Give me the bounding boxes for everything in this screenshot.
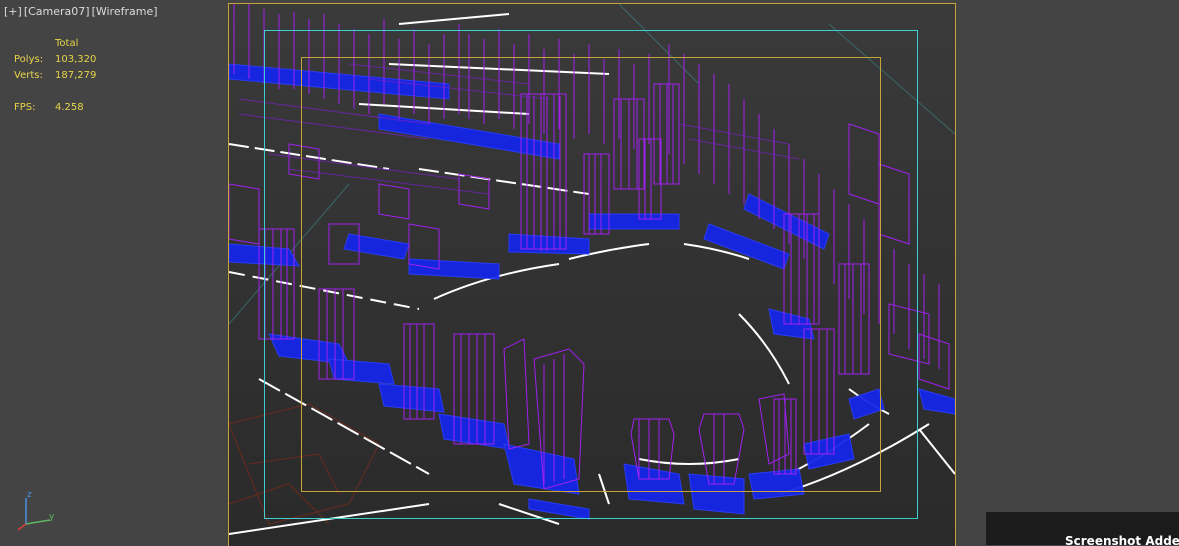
fps-label: FPS: (14, 102, 36, 113)
axis-y-label: y (49, 512, 55, 522)
viewport-camera-button[interactable]: [Camera07] (24, 5, 90, 18)
polys-value: 103,320 (55, 54, 97, 65)
axis-z-label: z (27, 490, 32, 500)
verts-label: Verts: (14, 70, 43, 81)
viewport-menu-button[interactable]: [+] (4, 5, 22, 18)
notification-text: Screenshot Adde (1065, 534, 1179, 545)
stats-header: Total (55, 38, 79, 49)
axis-gizmo-icon: z y (17, 490, 55, 531)
grid-lines (229, 4, 955, 325)
building-bases (229, 63, 955, 520)
fps-value: 4.258 (55, 102, 84, 113)
polys-label: Polys: (14, 54, 44, 65)
scene-statistics: Total Polys: 103,320 Verts: 187,279 FPS: 4.… (14, 36, 96, 116)
screenshot-notification[interactable]: Screenshot Adde (986, 512, 1179, 545)
viewport-scene[interactable] (228, 3, 956, 546)
verts-value: 187,279 (55, 70, 97, 81)
ghost-geometry (229, 403, 380, 525)
viewport-shading-button[interactable]: [Wireframe] (92, 5, 158, 18)
axis-tripod: z y (16, 488, 66, 533)
viewport-label[interactable]: [+] [Camera07] [Wireframe] (4, 5, 160, 18)
wireframe-scene-render (229, 4, 955, 535)
